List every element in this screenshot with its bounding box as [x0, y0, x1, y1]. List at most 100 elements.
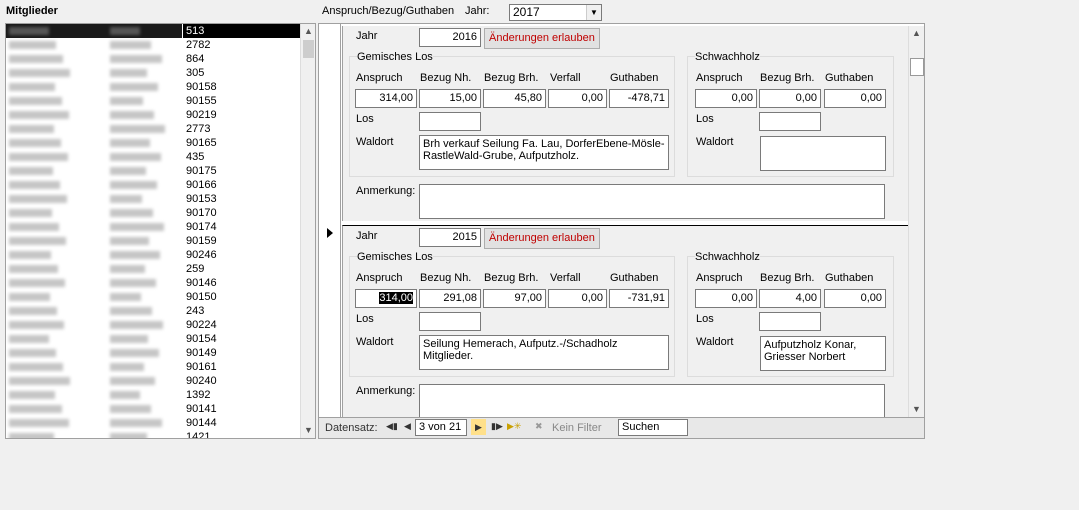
s-guthaben-field[interactable]: 0,00	[824, 289, 886, 308]
member-number[interactable]: 90161	[183, 360, 301, 374]
member-number[interactable]: 90166	[183, 178, 301, 192]
jahr-field[interactable]: 2015	[419, 228, 481, 247]
jahr-field[interactable]: 2016	[419, 28, 481, 47]
allow-changes-button[interactable]: Änderungen erlauben	[484, 228, 600, 249]
member-number[interactable]: 435	[183, 150, 301, 164]
scroll-down-icon[interactable]: ▼	[909, 402, 924, 417]
bezug-brh-field[interactable]: 97,00	[483, 289, 546, 308]
verfall-field[interactable]: 0,00	[548, 289, 607, 308]
member-name-row[interactable]	[6, 80, 182, 94]
s-bezug-brh-field[interactable]: 4,00	[759, 289, 821, 308]
s-los-field[interactable]	[759, 112, 821, 131]
member-number[interactable]: 90175	[183, 164, 301, 178]
member-name-row[interactable]	[6, 192, 182, 206]
record-position-field[interactable]: 3 von 21	[415, 419, 467, 436]
member-name-row[interactable]	[6, 374, 182, 388]
member-name-row[interactable]	[6, 430, 182, 438]
s-waldort-field[interactable]: Aufputzholz Konar, Griesser Norbert	[760, 336, 886, 371]
member-number[interactable]: 90154	[183, 332, 301, 346]
s-anspruch-field[interactable]: 0,00	[695, 89, 757, 108]
member-name-row[interactable]	[6, 52, 182, 66]
scroll-thumb[interactable]	[910, 58, 924, 76]
s-waldort-field[interactable]	[760, 136, 886, 171]
member-number[interactable]: 864	[183, 52, 301, 66]
chevron-down-icon[interactable]: ▼	[586, 5, 601, 20]
member-number[interactable]: 90174	[183, 220, 301, 234]
member-number[interactable]: 90246	[183, 248, 301, 262]
anspruch-field[interactable]: 314,00	[355, 89, 417, 108]
member-number[interactable]: 90141	[183, 402, 301, 416]
member-name-row[interactable]	[6, 318, 182, 332]
waldort-field[interactable]: Brh verkauf Seilung Fa. Lau, DorferEbene…	[419, 135, 669, 170]
next-record-icon[interactable]: ▶	[471, 419, 486, 435]
member-number[interactable]: 1421	[183, 430, 301, 438]
member-name-row[interactable]	[6, 38, 182, 52]
member-name-row[interactable]	[6, 248, 182, 262]
member-number[interactable]: 90240	[183, 374, 301, 388]
member-name-row[interactable]	[6, 346, 182, 360]
allow-changes-button[interactable]: Änderungen erlauben	[484, 28, 600, 49]
member-number[interactable]: 90149	[183, 346, 301, 360]
member-number[interactable]: 90165	[183, 136, 301, 150]
member-number[interactable]: 90146	[183, 276, 301, 290]
member-number[interactable]: 259	[183, 262, 301, 276]
s-los-field[interactable]	[759, 312, 821, 331]
s-bezug-brh-field[interactable]: 0,00	[759, 89, 821, 108]
member-number[interactable]: 1392	[183, 388, 301, 402]
member-number[interactable]: 90159	[183, 234, 301, 248]
member-name-row[interactable]	[6, 416, 182, 430]
anmerkung-field[interactable]	[419, 384, 885, 419]
member-name-row[interactable]	[6, 220, 182, 234]
member-name-row[interactable]	[6, 122, 182, 136]
member-number[interactable]: 90155	[183, 94, 301, 108]
los-field[interactable]	[419, 112, 481, 131]
year-select[interactable]: 2017 ▼	[509, 4, 602, 21]
s-anspruch-field[interactable]: 0,00	[695, 289, 757, 308]
filter-status[interactable]: Kein Filter	[552, 422, 602, 434]
member-number[interactable]: 90150	[183, 290, 301, 304]
last-record-icon[interactable]: ▮▶	[491, 421, 503, 432]
bezug-nh-field[interactable]: 291,08	[419, 289, 481, 308]
member-name-row[interactable]	[6, 164, 182, 178]
member-number[interactable]: 513	[183, 24, 301, 38]
los-field[interactable]	[419, 312, 481, 331]
bezug-nh-field[interactable]: 15,00	[419, 89, 481, 108]
member-name-row[interactable]	[6, 276, 182, 290]
member-name-row[interactable]	[6, 24, 182, 38]
records-scrollbar[interactable]: ▲ ▼	[908, 26, 924, 417]
verfall-field[interactable]: 0,00	[548, 89, 607, 108]
members-list[interactable]: 513 2782 864 305 90158 90155 90219 2773 90165 435…	[5, 23, 316, 439]
member-number[interactable]: 90153	[183, 192, 301, 206]
member-name-row[interactable]	[6, 108, 182, 122]
record-selector-column[interactable]	[319, 24, 341, 417]
previous-record-icon[interactable]: ◀	[404, 421, 411, 432]
member-name-row[interactable]	[6, 136, 182, 150]
scroll-thumb[interactable]	[303, 40, 314, 58]
first-record-icon[interactable]: ◀▮	[386, 421, 398, 432]
guthaben-field[interactable]: -478,71	[609, 89, 669, 108]
members-scrollbar[interactable]: ▲ ▼	[300, 24, 315, 438]
member-number[interactable]: 243	[183, 304, 301, 318]
scroll-up-icon[interactable]: ▲	[909, 26, 924, 41]
anmerkung-field[interactable]	[419, 184, 885, 219]
member-name-row[interactable]	[6, 206, 182, 220]
guthaben-field[interactable]: -731,91	[609, 289, 669, 308]
member-name-row[interactable]	[6, 360, 182, 374]
member-number[interactable]: 2782	[183, 38, 301, 52]
scroll-up-icon[interactable]: ▲	[301, 24, 315, 39]
member-name-row[interactable]	[6, 150, 182, 164]
anspruch-field[interactable]: 314,00	[355, 289, 417, 308]
waldort-field[interactable]: Seilung Hemerach, Aufputz.-/Schadholz Mi…	[419, 335, 669, 370]
member-name-row[interactable]	[6, 304, 182, 318]
member-number[interactable]: 90170	[183, 206, 301, 220]
member-name-row[interactable]	[6, 178, 182, 192]
member-number[interactable]: 90219	[183, 108, 301, 122]
s-guthaben-field[interactable]: 0,00	[824, 89, 886, 108]
scroll-down-icon[interactable]: ▼	[301, 423, 315, 438]
member-name-row[interactable]	[6, 332, 182, 346]
new-record-icon[interactable]: ▶✳	[507, 421, 521, 432]
member-name-row[interactable]	[6, 290, 182, 304]
member-number[interactable]: 90144	[183, 416, 301, 430]
member-name-row[interactable]	[6, 262, 182, 276]
member-number[interactable]: 90224	[183, 318, 301, 332]
